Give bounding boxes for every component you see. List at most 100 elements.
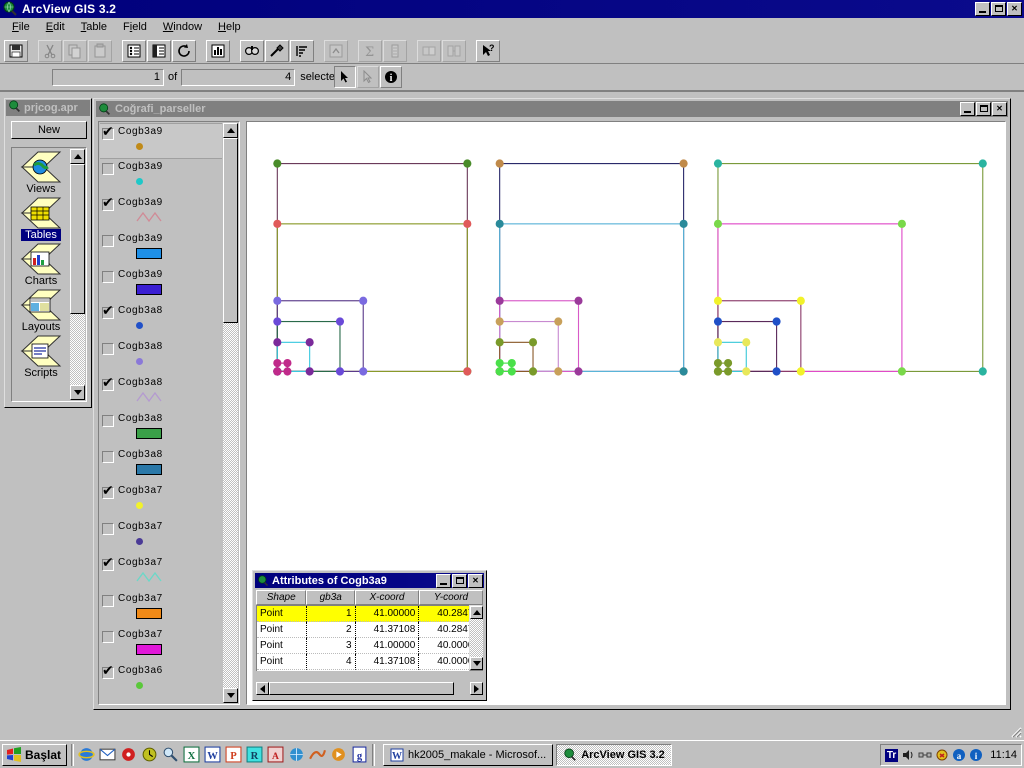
document-type-list[interactable]: Views Tables Charts Layouts Scripts [11, 147, 87, 402]
table-minimize-button[interactable] [436, 574, 451, 588]
legend-checkbox[interactable] [102, 195, 114, 211]
menu-field[interactable]: Field [115, 19, 155, 35]
table-rows-container[interactable]: Point 1 41.00000 40.28478 Point 2 41.37108 40.2… [256, 605, 483, 671]
find-icon[interactable] [240, 39, 264, 62]
legend-item[interactable]: Cogb3a8 [100, 411, 222, 447]
select-pointer-tool[interactable] [334, 66, 356, 88]
table-scroll-up-button[interactable] [470, 606, 483, 619]
legend-item[interactable]: Cogb3a9 [100, 231, 222, 267]
identify-tool[interactable]: i [380, 66, 402, 88]
summarize-icon[interactable]: Σ [358, 39, 382, 62]
search-icon[interactable] [162, 746, 179, 763]
info-tray-icon[interactable]: i [969, 748, 983, 762]
outlook-express-icon[interactable] [99, 746, 116, 763]
legend-checkbox[interactable] [102, 631, 114, 643]
legend-checkbox[interactable] [102, 343, 114, 355]
legend-item[interactable]: Cogb3a8 [100, 303, 222, 339]
legend-checkbox[interactable] [102, 303, 114, 319]
word-icon[interactable]: W [204, 746, 221, 763]
copy-icon[interactable] [63, 39, 87, 62]
media-icon[interactable] [120, 746, 137, 763]
legend-checkbox[interactable] [102, 555, 114, 571]
script-icon[interactable]: g [351, 746, 368, 763]
menu-help[interactable]: Help [210, 19, 249, 35]
cut-icon[interactable] [38, 39, 62, 62]
table-close-button[interactable]: ✕ [468, 574, 483, 588]
internet-explorer-icon[interactable] [78, 746, 95, 763]
doctype-tables[interactable]: Tables [13, 195, 69, 241]
table-column-header[interactable]: gb3a [306, 590, 355, 605]
doctype-views[interactable]: Views [13, 149, 69, 195]
legend-checkbox[interactable] [102, 663, 114, 679]
table-properties-icon[interactable] [147, 39, 171, 62]
taskbutton-word-document[interactable]: W hk2005_makale - Microsof... [383, 743, 554, 766]
language-indicator[interactable]: Tr [884, 748, 899, 762]
minimize-button[interactable] [975, 2, 990, 16]
legend-item[interactable]: Cogb3a9 [100, 159, 222, 195]
statistics-icon[interactable] [383, 39, 407, 62]
legend-checkbox[interactable] [102, 415, 114, 427]
join-icon[interactable] [417, 39, 441, 62]
legend-checkbox[interactable] [102, 375, 114, 391]
new-document-button[interactable]: New [11, 121, 87, 139]
legend-item[interactable]: Cogb3a7 [100, 483, 222, 519]
legend-checkbox[interactable] [102, 483, 114, 499]
media-player-icon[interactable] [330, 746, 347, 763]
legend-item[interactable]: Cogb3a8 [100, 447, 222, 483]
taskbutton-arcview[interactable]: ArcView GIS 3.2 [556, 743, 672, 766]
network-icon[interactable] [918, 748, 932, 762]
scroll-up-button[interactable] [70, 149, 85, 164]
antivirus-icon[interactable] [935, 748, 949, 762]
save-project-icon[interactable] [4, 39, 28, 62]
legend-checkbox[interactable] [102, 451, 114, 463]
legend-checkbox[interactable] [102, 523, 114, 535]
table-scroll-track[interactable] [470, 619, 483, 657]
legend-scroll-thumb[interactable] [223, 138, 238, 323]
legend-item[interactable]: Cogb3a7 [100, 627, 222, 663]
paste-icon[interactable] [88, 39, 112, 62]
scroll-down-button[interactable] [70, 385, 85, 400]
table-column-header[interactable]: Shape [256, 590, 307, 605]
legend-scrollbar[interactable] [223, 123, 238, 703]
table-scroll-right-button[interactable] [470, 682, 483, 695]
link-icon[interactable] [442, 39, 466, 62]
view-maximize-button[interactable] [976, 102, 991, 116]
legend-item[interactable]: Cogb3a7 [100, 519, 222, 555]
legend-item[interactable]: Cogb3a9 [100, 267, 222, 303]
view-close-button[interactable]: ✕ [992, 102, 1007, 116]
project-window[interactable]: prjcog.apr New Views Tables Charts Layou… [4, 98, 92, 408]
legend-item[interactable]: Cogb3a9 [100, 195, 222, 231]
taskbar-clock[interactable]: 11:14 [990, 749, 1017, 761]
menu-table[interactable]: Table [73, 19, 115, 35]
table-column-header[interactable]: X-coord [354, 590, 419, 605]
legend-checkbox[interactable] [102, 124, 114, 140]
acrobat-tray-icon[interactable]: a [952, 748, 966, 762]
view-window[interactable]: Coğrafi_parseller ✕ Cogb3a9Cogb3a9Cogb3a… [93, 98, 1011, 710]
excel-icon[interactable]: X [183, 746, 200, 763]
table-scroll-left-button[interactable] [256, 682, 269, 695]
legend-item[interactable]: Cogb3a8 [100, 339, 222, 375]
legend-item[interactable]: Cogb3a7 [100, 555, 222, 591]
table-column-header[interactable]: Y-coord [418, 590, 483, 605]
legend-scroll-down-button[interactable] [223, 688, 238, 703]
query-builder-icon[interactable] [265, 39, 289, 62]
table-row[interactable]: Point 4 41.37108 40.00000 [257, 654, 483, 670]
legend-item[interactable]: Cogb3a9 [100, 123, 222, 159]
legend-item[interactable]: Cogb3a6 [100, 663, 222, 699]
workspace-resize-grip[interactable] [1008, 724, 1022, 738]
table-horizontal-scrollbar[interactable] [256, 682, 483, 696]
doctype-charts[interactable]: Charts [13, 241, 69, 287]
start-button[interactable]: Başlat [2, 743, 68, 766]
attributes-table-window[interactable]: Attributes of Cogb3a9 ✕ Shape gb3a X-coord… [252, 570, 487, 701]
legend-panel[interactable]: Cogb3a9 Cogb3a9 Cogb3a9 Cogb3a9 Cogb3a9 Cogb3… [98, 121, 240, 705]
corel-icon[interactable]: R [246, 746, 263, 763]
clock-icon[interactable] [141, 746, 158, 763]
document-list-scrollbar[interactable] [70, 149, 85, 400]
refresh-icon[interactable] [172, 39, 196, 62]
menu-edit[interactable]: Edit [38, 19, 73, 35]
legend-checkbox[interactable] [102, 595, 114, 607]
close-button[interactable]: ✕ [1007, 2, 1022, 16]
matlab-icon[interactable] [309, 746, 326, 763]
doctype-layouts[interactable]: Layouts [13, 287, 69, 333]
table-row[interactable]: Point 2 41.37108 40.28478 [257, 622, 483, 638]
